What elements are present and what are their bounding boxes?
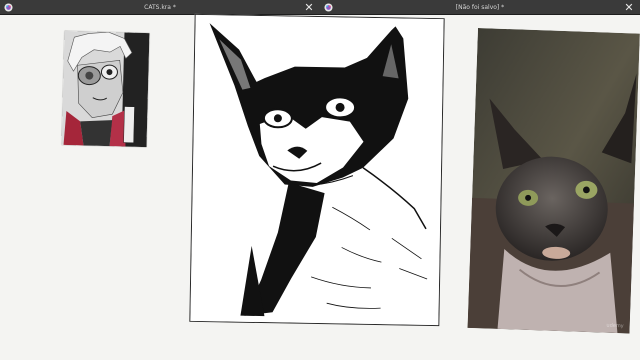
cat-photo-reference[interactable]: udemy [467,28,640,334]
document-titlebar-unsaved: [Não foi salvo] * ✕ [320,0,640,15]
manga-reference-image[interactable] [61,30,150,148]
cat-sketch-artwork[interactable] [189,13,445,327]
close-icon[interactable]: ✕ [304,0,314,15]
close-icon[interactable]: ✕ [624,0,634,15]
udemy-watermark: udemy [606,322,624,330]
document-title: CATS.kra * [144,4,176,11]
document-titlebar-cats: CATS.kra * ✕ [0,0,320,15]
document-title: [Não foi salvo] * [455,4,505,11]
